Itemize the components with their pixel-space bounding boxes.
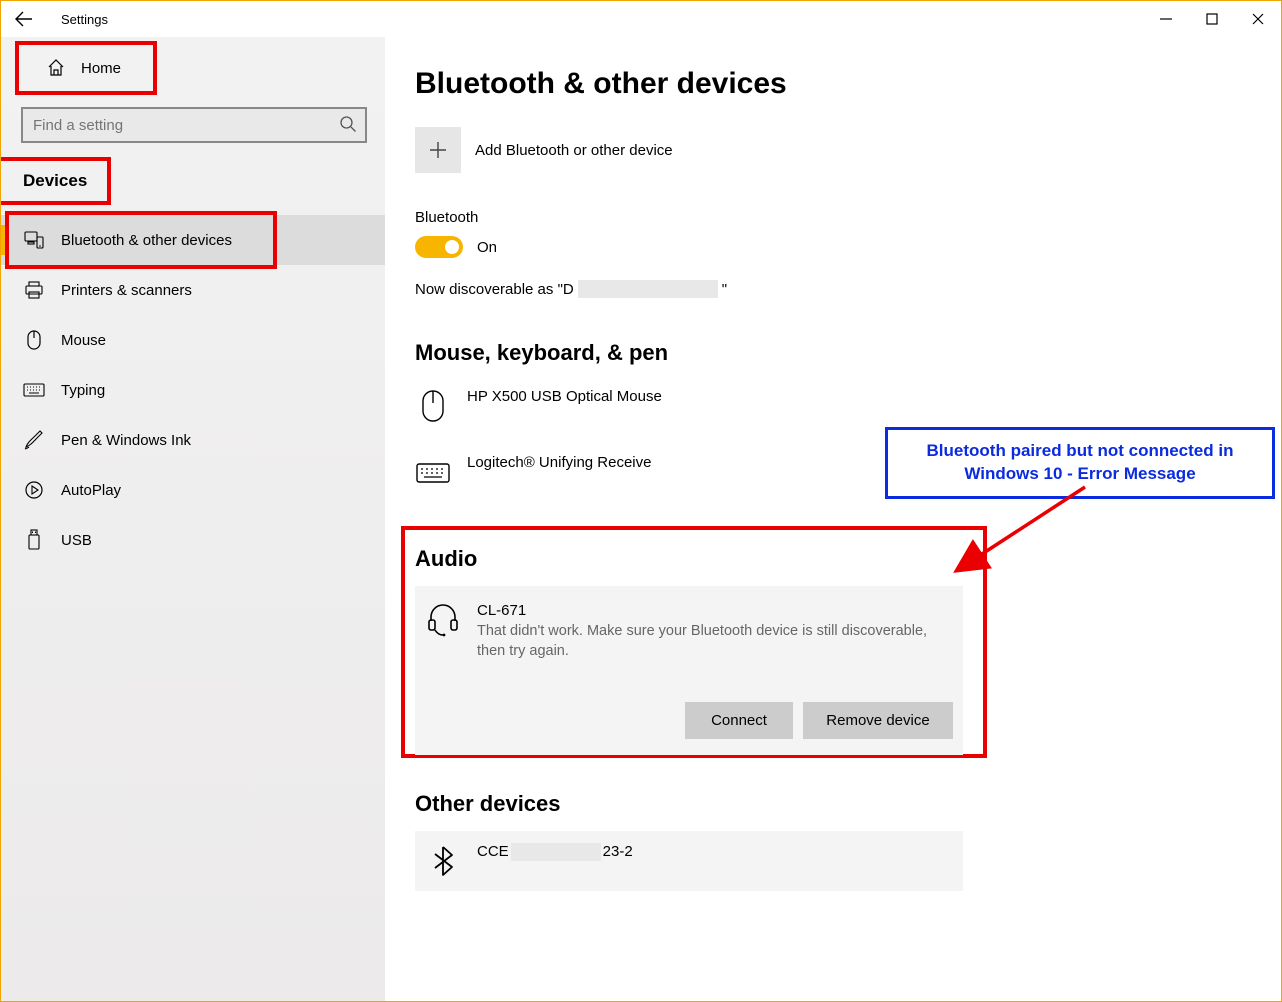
close-icon: [1252, 13, 1264, 25]
redacted-text: [511, 843, 601, 861]
maximize-button[interactable]: [1189, 3, 1235, 35]
usb-icon: [23, 529, 45, 551]
search-input[interactable]: [21, 107, 367, 143]
plus-icon: [415, 127, 461, 173]
audio-device-card[interactable]: CL-671 That didn't work. Make sure your …: [415, 586, 963, 755]
arrow-left-icon: [15, 10, 33, 28]
sidebar-item-printers[interactable]: Printers & scanners: [1, 265, 385, 315]
add-device-label: Add Bluetooth or other device: [475, 142, 673, 159]
mouse-icon: [23, 329, 45, 351]
close-button[interactable]: [1235, 3, 1281, 35]
minimize-icon: [1160, 13, 1172, 25]
device-row[interactable]: HP X500 USB Optical Mouse: [415, 380, 1251, 446]
bluetooth-toggle[interactable]: [415, 236, 463, 258]
redacted-text: [578, 280, 718, 298]
nav-label: Typing: [61, 382, 105, 399]
bluetooth-label: Bluetooth: [415, 209, 1251, 226]
home-label: Home: [81, 60, 121, 77]
nav-label: Pen & Windows Ink: [61, 432, 191, 449]
sidebar-item-autoplay[interactable]: AutoPlay: [1, 465, 385, 515]
group-heading-mouse: Mouse, keyboard, & pen: [415, 340, 1251, 366]
sidebar: Home Devices Bluetooth & other device: [1, 37, 385, 1001]
search-icon: [339, 115, 357, 133]
window-title: Settings: [61, 12, 108, 27]
device-row[interactable]: Logitech® Unifying Receive: [415, 446, 1251, 512]
device-name: Logitech® Unifying Receive: [467, 454, 651, 471]
keyboard-icon: [23, 379, 45, 401]
sidebar-item-mouse[interactable]: Mouse: [1, 315, 385, 365]
headset-icon: [425, 602, 461, 638]
device-row[interactable]: CCE 23-2: [415, 831, 963, 891]
nav-label: Printers & scanners: [61, 282, 192, 299]
back-button[interactable]: [7, 2, 41, 36]
device-name-suffix: 23-2: [603, 843, 633, 860]
settings-window: Settings Home: [0, 0, 1282, 1002]
home-icon: [45, 57, 67, 79]
bluetooth-devices-icon: [23, 229, 45, 251]
page-title: Bluetooth & other devices: [415, 67, 1251, 101]
bluetooth-state: On: [477, 239, 497, 256]
maximize-icon: [1206, 13, 1218, 25]
sidebar-home[interactable]: Home: [21, 47, 151, 89]
connect-button[interactable]: Connect: [685, 702, 793, 739]
audio-error-text: That didn't work. Make sure your Bluetoo…: [477, 621, 953, 662]
sidebar-item-bluetooth-devices[interactable]: Bluetooth & other devices: [1, 215, 385, 265]
group-heading-audio: Audio: [415, 546, 991, 572]
remove-device-button[interactable]: Remove device: [803, 702, 953, 739]
nav-label: Mouse: [61, 332, 106, 349]
nav-label: USB: [61, 532, 92, 549]
bluetooth-icon: [425, 843, 461, 879]
device-name: HP X500 USB Optical Mouse: [467, 388, 662, 405]
sidebar-item-typing[interactable]: Typing: [1, 365, 385, 415]
group-heading-other: Other devices: [415, 791, 1251, 817]
add-device-button[interactable]: Add Bluetooth or other device: [415, 127, 1251, 173]
sidebar-item-usb[interactable]: USB: [1, 515, 385, 565]
nav-label: Bluetooth & other devices: [61, 232, 232, 249]
audio-device-name: CL-671: [477, 602, 953, 619]
device-name-prefix: CCE: [477, 843, 509, 860]
minimize-button[interactable]: [1143, 3, 1189, 35]
nav-label: AutoPlay: [61, 482, 121, 499]
mouse-icon: [415, 388, 451, 424]
sidebar-category: Devices: [1, 161, 107, 201]
sidebar-item-pen[interactable]: Pen & Windows Ink: [1, 415, 385, 465]
discoverable-text: Now discoverable as "D ": [415, 280, 1251, 298]
pen-icon: [23, 429, 45, 451]
keyboard-icon: [415, 454, 451, 490]
printer-icon: [23, 279, 45, 301]
main-content: Bluetooth & other devices Add Bluetooth …: [385, 37, 1281, 1001]
titlebar: Settings: [1, 1, 1281, 37]
autoplay-icon: [23, 479, 45, 501]
